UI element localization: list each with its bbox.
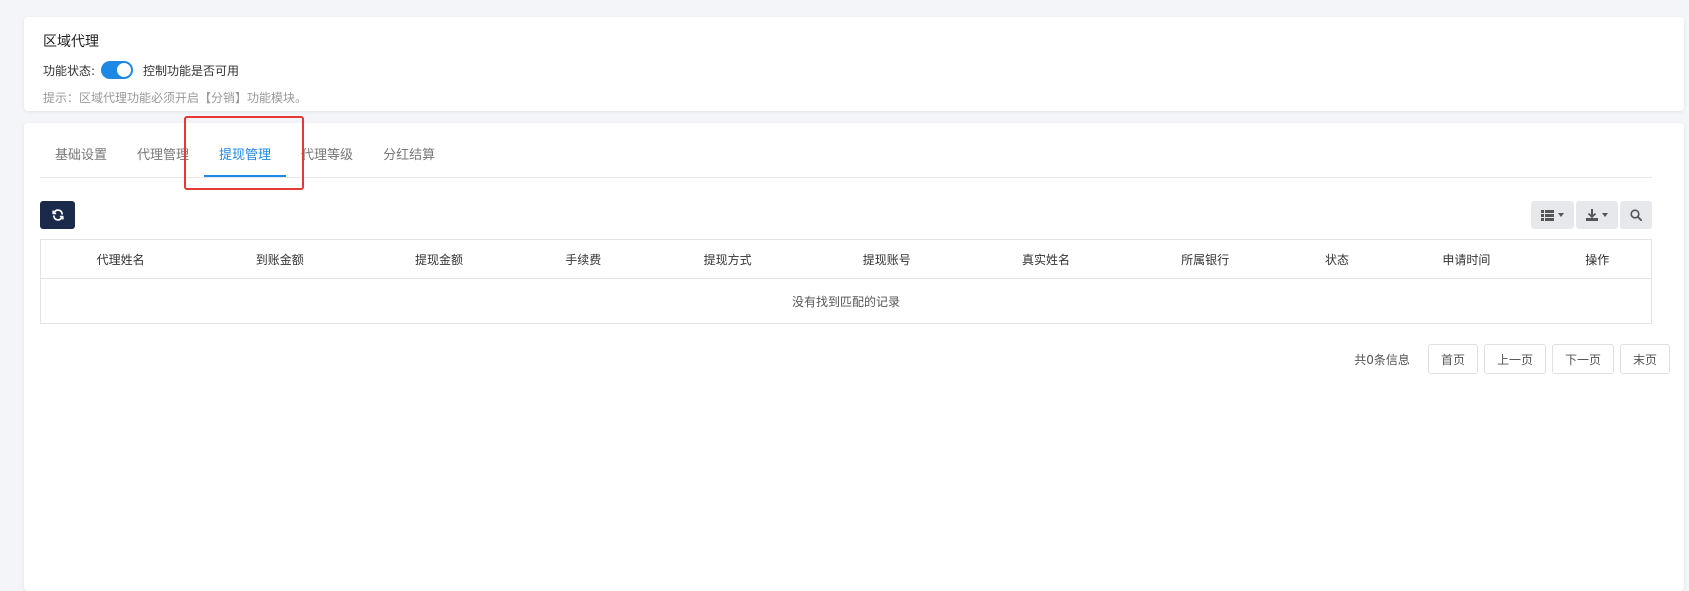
tab-agent-management[interactable]: 代理管理 [122,141,204,177]
column-header: 代理姓名 [96,252,145,267]
column-header: 提现方式 [703,252,752,267]
search-button[interactable] [1620,201,1652,229]
columns-toggle-button[interactable] [1531,201,1574,229]
hint-text: 提示：区域代理功能必须开启【分销】功能模块。 [43,91,308,105]
pagination: 共0条信息 首页 上一页 下一页 末页 [1354,344,1670,374]
tab-dividend-settlement[interactable]: 分红结算 [368,141,450,177]
column-header: 提现账号 [862,252,911,267]
right-tools [1531,201,1652,229]
column-header: 到账金额 [255,252,304,267]
first-page-button[interactable]: 首页 [1427,344,1478,374]
status-row: 功能状态: 控制功能是否可用 [43,61,1665,79]
page-root: 区域代理 功能状态: 控制功能是否可用 提示：区域代理功能必须开启【分销】功能模… [0,0,1689,591]
last-page-button[interactable]: 末页 [1619,344,1670,374]
module-title: 区域代理 [43,34,99,50]
search-icon [1630,209,1642,221]
column-header: 状态 [1325,252,1350,267]
tab-basic-settings[interactable]: 基础设置 [40,141,122,177]
column-header: 所属银行 [1181,252,1230,267]
chevron-down-icon [1602,213,1608,217]
empty-state: 没有找到匹配的记录 [791,294,900,309]
column-header: 操作 [1585,252,1610,267]
chevron-down-icon [1558,213,1564,217]
refresh-icon [51,209,64,221]
column-header: 手续费 [565,252,602,267]
table-header: 代理姓名 到账金额 提现金额 手续费 提现方式 提现账号 真实姓名 所属银行 状… [41,240,1651,279]
withdrawal-table: 代理姓名 到账金额 提现金额 手续费 提现方式 提现账号 真实姓名 所属银行 状… [40,239,1652,324]
next-page-button[interactable]: 下一页 [1551,344,1614,374]
download-icon [1586,209,1598,221]
table-toolbar [40,201,1652,229]
module-status-card: 区域代理 功能状态: 控制功能是否可用 提示：区域代理功能必须开启【分销】功能模… [24,17,1684,111]
columns-icon [1541,209,1554,221]
export-button[interactable] [1576,201,1618,229]
main-card: 基础设置 代理管理 提现管理 代理等级 分红结算 代理姓名 到账金额 提现金额 … [24,123,1684,591]
column-header: 提现金额 [415,252,464,267]
total-count: 共0条信息 [1354,352,1410,367]
prev-page-button[interactable]: 上一页 [1483,344,1546,374]
tab-agent-level[interactable]: 代理等级 [286,141,368,177]
tab-bar: 基础设置 代理管理 提现管理 代理等级 分红结算 [40,141,1652,178]
tab-withdrawal-management[interactable]: 提现管理 [204,141,287,177]
toggle-knob [117,63,132,77]
refresh-button[interactable] [40,201,75,229]
feature-toggle[interactable] [101,61,134,79]
column-header: 申请时间 [1442,252,1491,267]
column-header: 真实姓名 [1021,252,1070,267]
status-label: 功能状态: [43,63,96,78]
status-description: 控制功能是否可用 [143,63,240,78]
